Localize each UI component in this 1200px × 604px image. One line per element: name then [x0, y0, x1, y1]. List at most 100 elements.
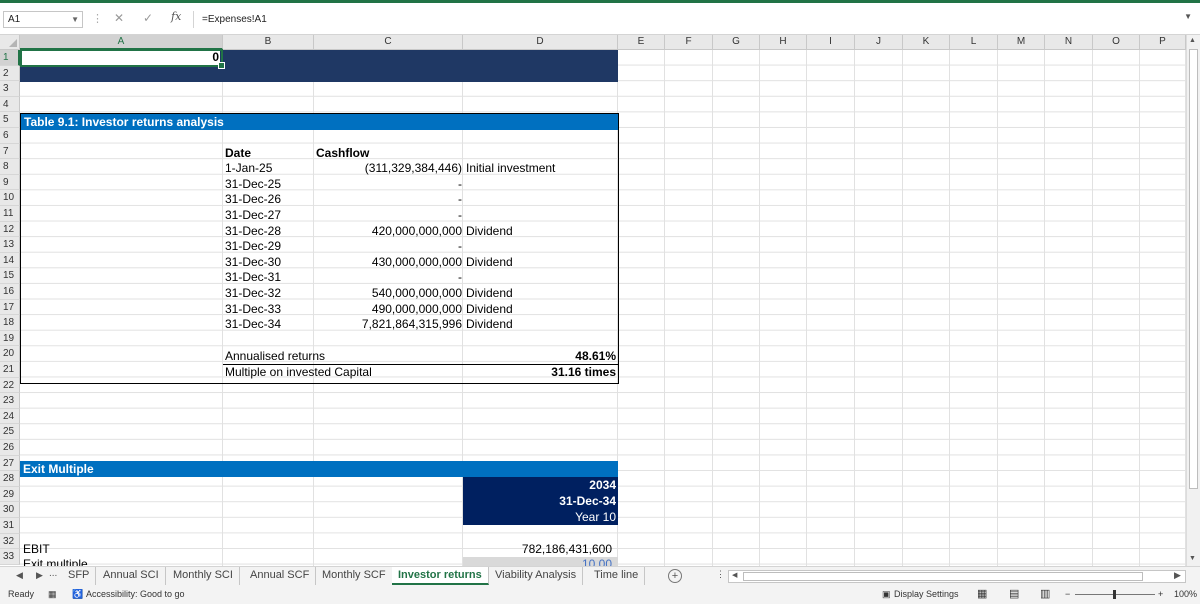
row-header[interactable]: 20 — [0, 346, 20, 362]
column-header[interactable]: F — [665, 35, 713, 50]
sheet-tab[interactable]: Investor returns — [392, 567, 489, 585]
row-header[interactable]: 21 — [0, 362, 20, 378]
tab-scroll-left-icon[interactable]: ◀ — [16, 570, 23, 581]
row-header[interactable]: 31 — [0, 518, 20, 534]
row-header[interactable]: 30 — [0, 502, 20, 518]
row-header[interactable]: 9 — [0, 174, 20, 191]
display-settings-icon[interactable]: ▣ — [882, 589, 891, 600]
cashflow-amount: 490,000,000,000 — [371, 301, 462, 316]
page-break-view-icon[interactable]: ▥ — [1040, 587, 1050, 600]
column-header[interactable]: I — [807, 35, 855, 50]
formula-input[interactable]: =Expenses!A1 — [193, 11, 1193, 28]
scroll-up-icon[interactable]: ▲ — [1189, 37, 1196, 44]
scroll-down-icon[interactable]: ▼ — [1189, 555, 1196, 562]
column-header[interactable]: H — [760, 35, 807, 50]
row-header[interactable]: 28 — [0, 471, 20, 487]
row-header[interactable]: 26 — [0, 440, 20, 456]
column-header[interactable]: M — [998, 35, 1045, 50]
display-settings-button[interactable]: Display Settings — [894, 589, 959, 599]
sheet-tab[interactable]: SFP — [62, 567, 97, 585]
moic-label: Multiple on invested Capital — [225, 365, 372, 379]
select-all-button[interactable] — [0, 35, 20, 50]
column-gridline — [759, 50, 760, 566]
horizontal-scroll-thumb[interactable] — [743, 572, 1143, 581]
column-header[interactable]: O — [1093, 35, 1140, 50]
sheet-tab[interactable]: Time line — [588, 567, 646, 585]
row-header[interactable]: 29 — [0, 486, 20, 503]
row-header[interactable]: 7 — [0, 143, 20, 160]
accessibility-status[interactable]: Accessibility: Good to go — [86, 589, 185, 599]
name-box[interactable]: A1 ▼ — [3, 11, 83, 28]
row-header[interactable]: 13 — [0, 237, 20, 253]
column-header[interactable]: C — [314, 35, 463, 50]
vertical-scroll-thumb[interactable] — [1189, 49, 1198, 489]
vertical-scrollbar[interactable]: ▲ ▼ — [1186, 35, 1200, 566]
row-header[interactable]: 19 — [0, 330, 20, 347]
cancel-icon[interactable]: ✕ — [114, 11, 124, 25]
tab-splitter-icon[interactable]: ⋮ — [716, 569, 725, 580]
cashflow-date: 31-Dec-34 — [225, 317, 282, 332]
zoom-slider-knob[interactable] — [1113, 590, 1116, 599]
row-header[interactable]: 4 — [0, 96, 20, 113]
row-header[interactable]: 18 — [0, 315, 20, 331]
row-header[interactable]: 6 — [0, 128, 20, 144]
sheet-tab[interactable]: Monthly SCF — [316, 567, 393, 585]
expand-formula-icon[interactable]: ▼ — [1184, 12, 1192, 21]
active-cell-selection — [20, 49, 225, 69]
row-header[interactable]: 2 — [0, 65, 20, 82]
tab-scroll-right-icon[interactable]: ▶ — [36, 570, 43, 581]
sheet-tab[interactable]: Viability Analysis — [489, 567, 584, 585]
row-header[interactable]: 32 — [0, 533, 20, 550]
column-header[interactable]: E — [618, 35, 665, 50]
row-header[interactable]: 3 — [0, 81, 20, 97]
row-header[interactable]: 16 — [0, 284, 20, 300]
row-header[interactable]: 17 — [0, 299, 20, 316]
column-header[interactable]: L — [950, 35, 998, 50]
sheet-tab[interactable]: Monthly SCI — [167, 567, 240, 585]
macro-record-icon[interactable]: ▦ — [48, 589, 57, 600]
zoom-in-icon[interactable]: + — [1158, 589, 1163, 599]
column-header[interactable]: J — [855, 35, 903, 50]
chevron-down-icon[interactable]: ▼ — [71, 12, 79, 27]
sheet-tab[interactable]: Annual SCI — [97, 567, 166, 585]
row-header[interactable]: 12 — [0, 221, 20, 238]
column-header[interactable]: A — [20, 35, 223, 50]
cashflow-note: Initial investment — [466, 161, 556, 176]
page-layout-icon[interactable]: ▤ — [1009, 587, 1019, 600]
row-header[interactable]: 14 — [0, 252, 20, 269]
row-header[interactable]: 33 — [0, 549, 20, 565]
insert-function-icon[interactable]: fx — [171, 10, 181, 23]
row-header[interactable]: 25 — [0, 424, 20, 440]
row-header[interactable]: 8 — [0, 159, 20, 175]
scroll-right-icon[interactable]: ▶ — [1174, 570, 1181, 581]
accessibility-icon[interactable]: ♿ — [72, 589, 83, 600]
enter-icon[interactable]: ✓ — [143, 11, 153, 25]
row-header[interactable]: 1 — [0, 50, 20, 66]
zoom-level[interactable]: 100% — [1174, 589, 1197, 599]
column-header[interactable]: G — [713, 35, 760, 50]
column-header[interactable]: D — [463, 35, 618, 50]
row-header[interactable]: 22 — [0, 377, 20, 394]
column-header[interactable]: K — [903, 35, 950, 50]
zoom-out-icon[interactable]: − — [1065, 589, 1070, 599]
row-header[interactable]: 27 — [0, 455, 20, 472]
row-header[interactable]: 15 — [0, 268, 20, 284]
row-header[interactable]: 23 — [0, 393, 20, 409]
normal-view-icon[interactable]: ▦ — [977, 587, 987, 600]
add-sheet-button[interactable]: + — [668, 569, 682, 583]
row-header[interactable]: 24 — [0, 408, 20, 425]
row-header[interactable]: 5 — [0, 112, 20, 128]
row-header[interactable]: 10 — [0, 190, 20, 206]
column-gridline — [997, 50, 998, 566]
column-header[interactable]: N — [1045, 35, 1093, 50]
cashflow-amount: 420,000,000,000 — [371, 223, 462, 238]
worksheet-grid[interactable]: ABCDEFGHIJKLMNOP 1 2 3 4 5 6 7 8 9 10 11 12 13 14 15 16… — [0, 35, 1186, 566]
exit-year: 2034 — [589, 478, 616, 492]
column-header[interactable]: B — [223, 35, 314, 50]
column-header[interactable]: P — [1140, 35, 1186, 50]
scroll-left-icon[interactable]: ◀ — [732, 571, 737, 579]
more-tabs[interactable]: ... — [49, 568, 57, 579]
horizontal-scrollbar[interactable]: ◀ — [728, 570, 1186, 583]
sheet-tab[interactable]: Annual SCF — [244, 567, 317, 585]
row-header[interactable]: 11 — [0, 206, 20, 222]
